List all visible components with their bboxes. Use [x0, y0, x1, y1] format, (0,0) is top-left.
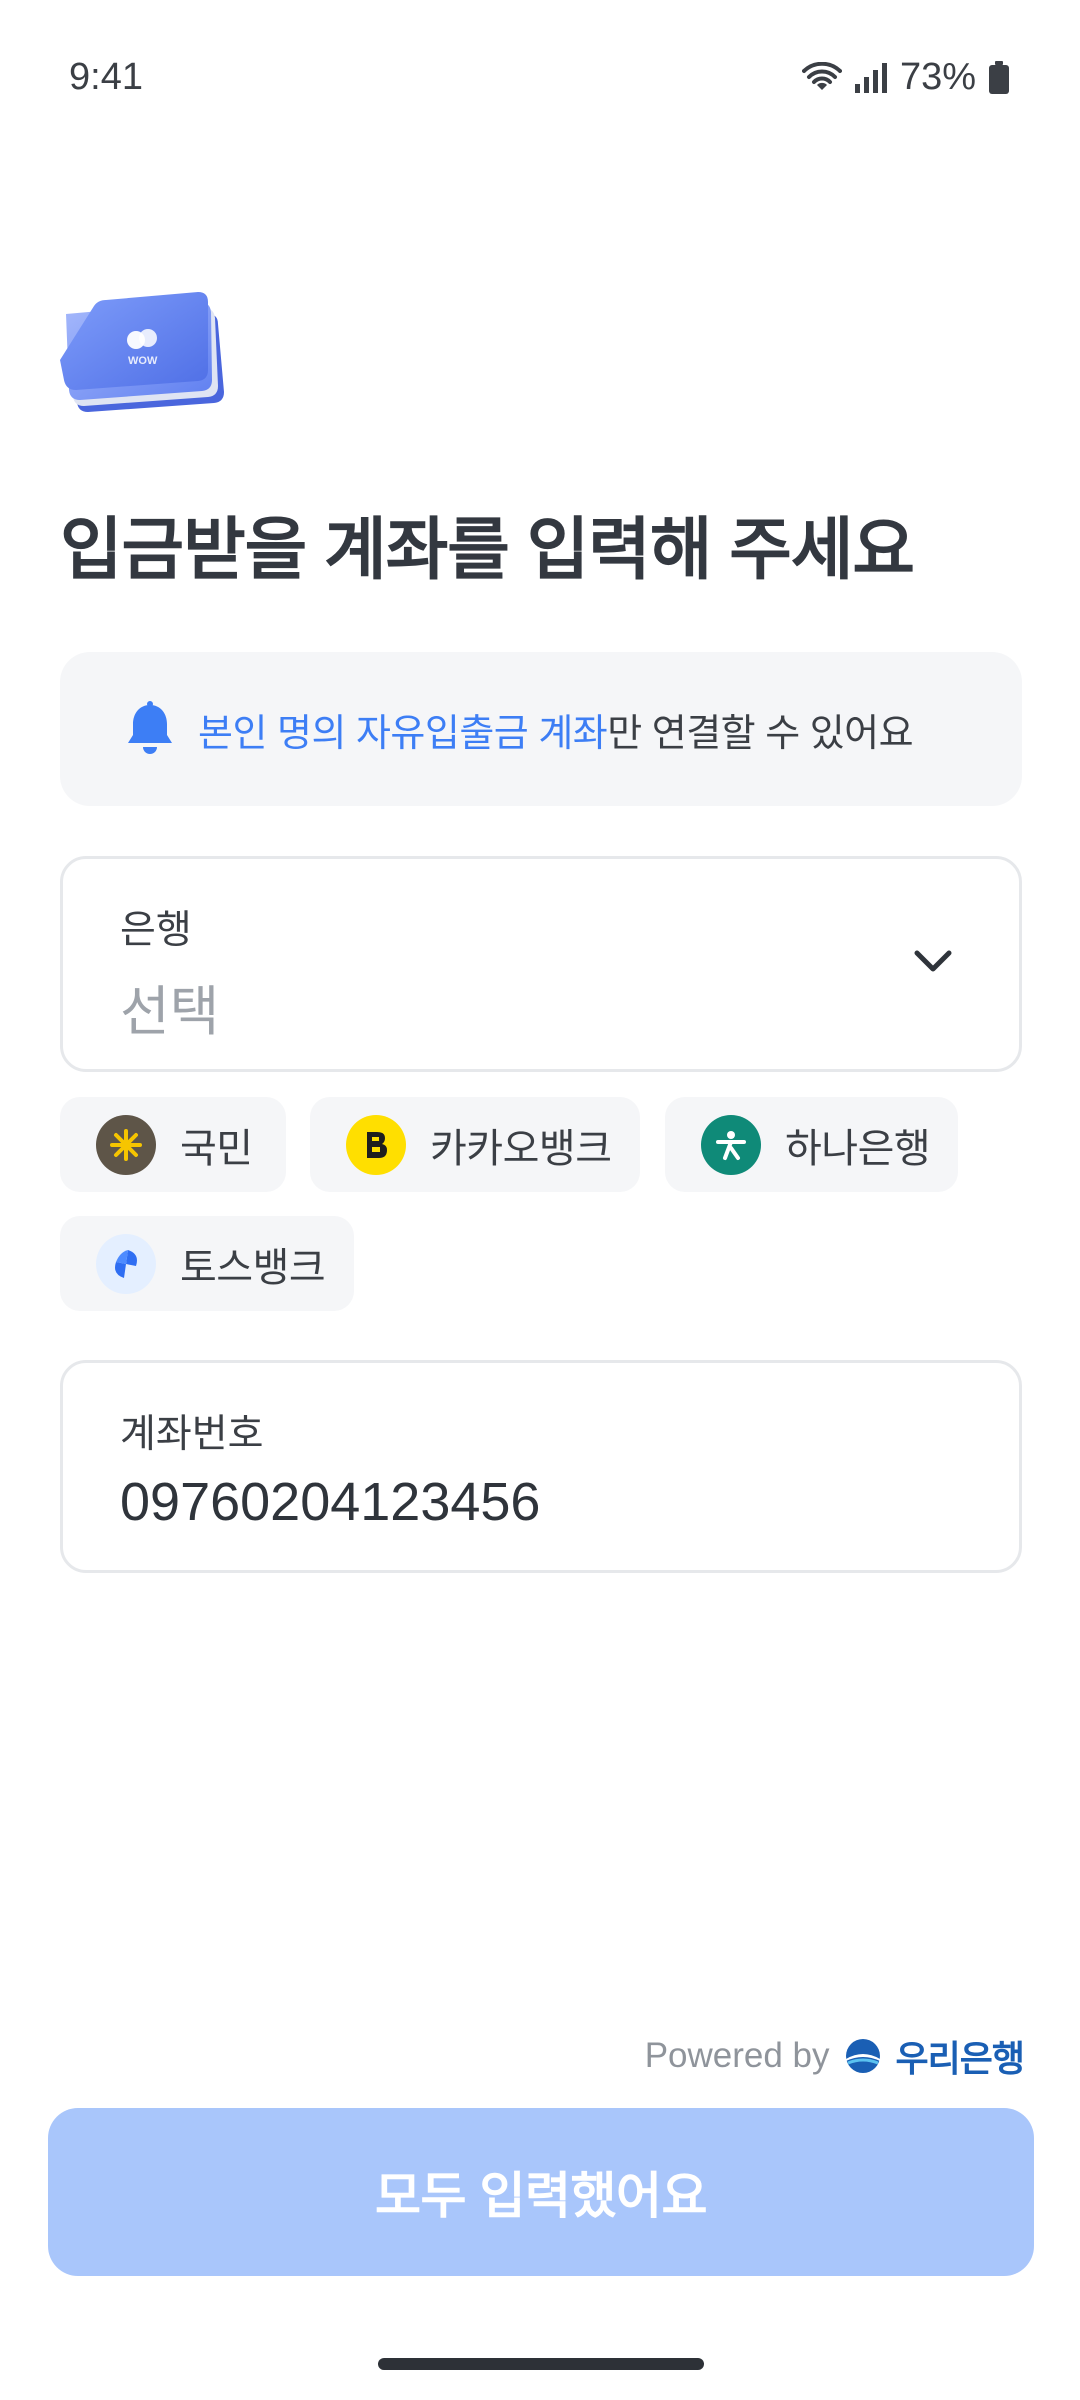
hana-bank-icon — [701, 1114, 761, 1175]
bank-chip-label: 하나은행 — [785, 1126, 931, 1171]
bank-chip-label: 토스뱅크 — [180, 1245, 326, 1290]
woori-bank-logo-icon — [845, 2039, 880, 2073]
bell-icon — [128, 701, 172, 754]
bank-chip-label: 카카오뱅크 — [430, 1126, 612, 1171]
status-time: 9:41 — [69, 56, 143, 98]
kb-bank-icon — [96, 1114, 156, 1175]
cards-illustration-icon: WOW — [60, 292, 224, 412]
submit-label: 모두 입력했어요 — [375, 2168, 707, 2224]
notice-text: 본인 명의 자유입출금 계좌만 연결할 수 있어요 — [198, 702, 914, 757]
bank-chip-tossbank[interactable]: 토스뱅크 — [60, 1216, 354, 1311]
screen: 9:41 73% WOW 입금받을 계좌를 입력해 주세요 본인 명의 자유입출… — [0, 0, 1080, 2400]
powered-by: Powered by 우리은행 — [644, 2030, 1025, 2082]
bank-chip-kakaobank[interactable]: 카카오뱅크 — [310, 1097, 640, 1192]
bank-select[interactable]: 은행 선택 — [60, 856, 1022, 1072]
woori-bank-name: 우리은행 — [895, 2038, 1025, 2079]
bank-chip-kb[interactable]: 국민 — [60, 1097, 286, 1192]
bank-chip-hana[interactable]: 하나은행 — [665, 1097, 958, 1192]
status-icons: 73% — [801, 56, 1010, 99]
account-value[interactable]: 09760204123456 — [120, 1471, 540, 1533]
account-number-field[interactable]: 계좌번호 09760204123456 — [60, 1360, 1022, 1573]
account-label: 계좌번호 — [120, 1413, 264, 1456]
svg-text:WOW: WOW — [128, 355, 158, 367]
bank-value: 선택 — [120, 982, 220, 1042]
home-indicator[interactable] — [378, 2358, 704, 2370]
wifi-icon — [801, 61, 842, 90]
battery-icon — [989, 60, 1009, 94]
submit-button[interactable]: 모두 입력했어요 — [48, 2108, 1034, 2276]
battery-percent: 73% — [899, 56, 976, 98]
bank-label: 은행 — [120, 909, 192, 952]
notice-rest: 만 연결할 수 있어요 — [607, 712, 914, 755]
notice-highlight: 본인 명의 자유입출금 계좌 — [198, 712, 608, 755]
tossbank-icon — [96, 1233, 156, 1294]
bank-chip-label: 국민 — [180, 1126, 253, 1171]
kakaobank-icon — [346, 1114, 406, 1175]
page-title: 입금받을 계좌를 입력해 주세요 — [60, 512, 915, 588]
notice-banner: 본인 명의 자유입출금 계좌만 연결할 수 있어요 — [60, 652, 1022, 806]
signal-icon — [854, 62, 887, 93]
powered-by-text: Powered by — [644, 2036, 830, 2075]
status-bar: 9:41 73% — [0, 0, 1080, 150]
chevron-down-icon — [914, 950, 952, 972]
